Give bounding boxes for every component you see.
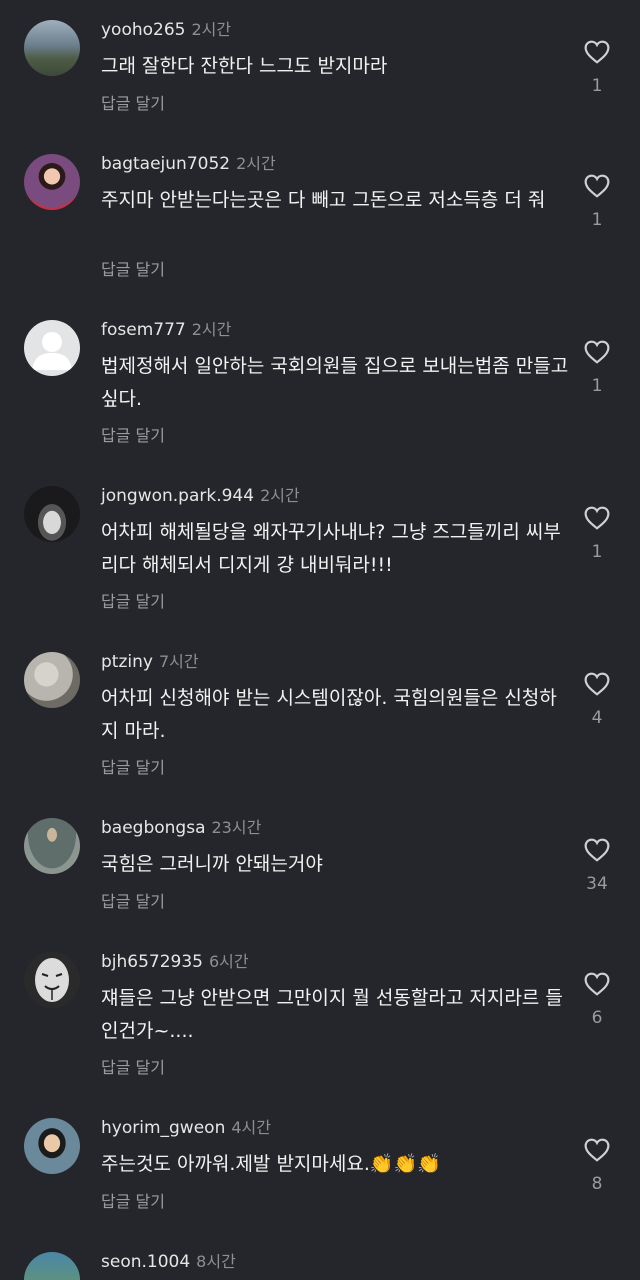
comment-item: hyorim_gweon 4시간 주는것도 아까워.제발 받지마세요.👏👏👏 답글…: [0, 1098, 640, 1232]
comment-item: baegbongsa 23시간 국힘은 그러니까 안돼는거야 답글 달기 34: [0, 798, 640, 932]
comment-meta: seon.1004 8시간: [101, 1248, 236, 1272]
comment-text: 그래 잘한다 잔한다 느그도 받지마라: [101, 55, 388, 77]
comment-text: 법제정해서 일안하는 국회의원들 집으로 보내는법좀 만들고싶다.: [101, 355, 569, 410]
heart-outline-icon[interactable]: [584, 672, 610, 696]
comment-text: 주는것도 아까워.제발 받지마세요.👏👏👏: [101, 1153, 441, 1175]
like-count: 4: [591, 708, 603, 728]
comment-item: ptziny 7시간 어차피 신청해야 받는 시스템이잖아. 국힘의원들은 신청하…: [0, 632, 640, 798]
blossom-tree-avatar[interactable]: [24, 652, 80, 708]
like-count: 34: [586, 874, 608, 894]
comment-meta: ptziny 7시간: [101, 648, 199, 672]
comment-meta: yooho265 2시간: [101, 16, 231, 40]
reply-button[interactable]: 답글 달기: [101, 888, 165, 912]
comment-text: 국힘은 그러니까 안돼는거야: [101, 853, 323, 875]
person-silhouette-icon: [32, 332, 72, 370]
comment-item: yooho265 2시간 그래 잘한다 잔한다 느그도 받지마라 답글 달기 1: [0, 0, 640, 134]
person-with-mask-avatar[interactable]: [24, 1118, 80, 1174]
reply-button[interactable]: 답글 달기: [101, 754, 165, 778]
timestamp: 6시간: [209, 952, 249, 971]
mask-face-avatar[interactable]: [24, 952, 80, 1008]
username[interactable]: bjh6572935: [101, 952, 203, 972]
reply-button[interactable]: 답글 달기: [101, 422, 165, 446]
like-count: 8: [591, 1174, 603, 1194]
username[interactable]: fosem777: [101, 320, 186, 340]
timestamp: 7시간: [158, 652, 199, 671]
comment-text: 주지마 안받는다는곳은 다 빼고 그돈으로 저소득층 더 줘: [101, 189, 546, 211]
like-count: 1: [591, 542, 603, 562]
timestamp: 2시간: [236, 154, 276, 173]
statue-figure-avatar[interactable]: [24, 818, 80, 874]
comment-text: 어차피 신청해야 받는 시스템이잖아. 국힘의원들은 신청하지 마라.: [101, 687, 557, 742]
heart-outline-icon[interactable]: [584, 174, 610, 198]
timestamp: 8시간: [196, 1252, 236, 1271]
mask-face-icon: [35, 958, 69, 1002]
comment-item: seon.1004 8시간: [0, 1232, 640, 1280]
username[interactable]: bagtaejun7052: [101, 154, 230, 174]
comment-text: 어차피 해체될당을 왜자꾸기사내냐? 그냥 즈그들끼리 씨부리다 해체되서 디지…: [101, 521, 561, 576]
comment-meta: fosem777 2시간: [101, 316, 231, 340]
timestamp: 2시간: [191, 320, 232, 339]
comment-item: bagtaejun7052 2시간 주지마 안받는다는곳은 다 빼고 그돈으로 저…: [0, 134, 640, 300]
heart-outline-icon[interactable]: [584, 972, 610, 996]
heart-outline-icon[interactable]: [584, 40, 610, 64]
comment-meta: baegbongsa 23시간: [101, 814, 261, 838]
timestamp: 23시간: [211, 818, 262, 837]
reply-button[interactable]: 답글 달기: [101, 256, 165, 280]
timestamp: 4시간: [231, 1118, 271, 1137]
reply-button[interactable]: 답글 달기: [101, 90, 165, 114]
comment-item: jongwon.park.944 2시간 어차피 해체될당을 왜자꾸기사내냐? 그…: [0, 466, 640, 632]
reply-button[interactable]: 답글 달기: [101, 588, 165, 612]
comment-item: bjh6572935 6시간 쟤들은 그냥 안받으면 그만이지 뭘 선동할라고 저…: [0, 932, 640, 1098]
comment-meta: bjh6572935 6시간: [101, 948, 249, 972]
timestamp: 2시간: [260, 486, 300, 505]
username[interactable]: hyorim_gweon: [101, 1118, 225, 1138]
comment-item: fosem777 2시간 법제정해서 일안하는 국회의원들 집으로 보내는법좀 만…: [0, 300, 640, 466]
comment-text: 쟤들은 그냥 안받으면 그만이지 뭘 선동할라고 저지라르 들인건가~....: [101, 987, 563, 1042]
reply-button[interactable]: 답글 달기: [101, 1054, 165, 1078]
comment-meta: bagtaejun7052 2시간: [101, 150, 276, 174]
username[interactable]: jongwon.park.944: [101, 486, 254, 506]
default-person-avatar[interactable]: [24, 320, 80, 376]
car-at-night-avatar[interactable]: [24, 486, 80, 542]
timestamp: 2시간: [191, 20, 232, 39]
illustrated-woman-avatar[interactable]: [24, 154, 80, 210]
heart-outline-icon[interactable]: [584, 340, 610, 364]
username[interactable]: yooho265: [101, 20, 186, 40]
like-count: 1: [591, 76, 603, 96]
username[interactable]: ptziny: [101, 652, 153, 672]
like-count: 6: [591, 1008, 603, 1028]
mountain-landscape-avatar[interactable]: [24, 20, 80, 76]
heart-outline-icon[interactable]: [584, 1138, 610, 1162]
username[interactable]: baegbongsa: [101, 818, 206, 838]
comment-meta: hyorim_gweon 4시간: [101, 1114, 271, 1138]
reply-button[interactable]: 답글 달기: [101, 1188, 165, 1212]
heart-outline-icon[interactable]: [584, 838, 610, 862]
heart-outline-icon[interactable]: [584, 506, 610, 530]
stadium-avatar[interactable]: [24, 1252, 80, 1280]
comment-meta: jongwon.park.944 2시간: [101, 482, 300, 506]
like-count: 1: [591, 210, 603, 230]
like-count: 1: [591, 376, 603, 396]
username[interactable]: seon.1004: [101, 1252, 190, 1272]
